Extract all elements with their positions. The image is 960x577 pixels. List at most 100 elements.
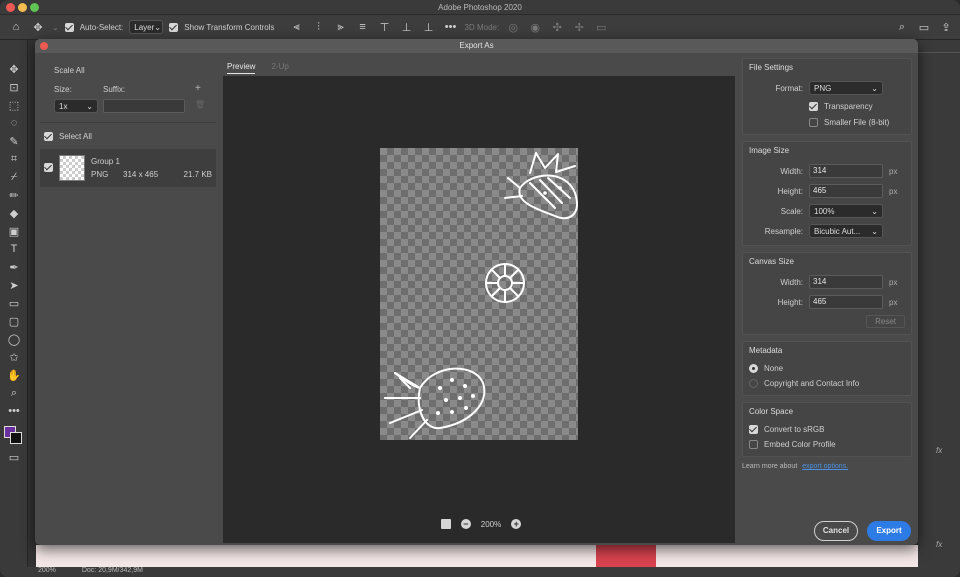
layer-checkbox[interactable] xyxy=(44,163,53,172)
minimize-window-button[interactable] xyxy=(18,3,27,12)
type-tool-icon[interactable]: T xyxy=(0,240,28,258)
background-color-swatch[interactable] xyxy=(10,432,22,444)
scale-label: Scale: xyxy=(780,206,803,216)
align-top-icon[interactable]: ⊤ xyxy=(377,21,393,34)
title-bar: Adobe Photoshop 2020 xyxy=(0,0,960,15)
color-space-section: Color Space Convert to sRGB Embed Color … xyxy=(742,402,912,457)
suffix-label: Suffix: xyxy=(103,85,126,94)
canvas-width-input[interactable]: 314 xyxy=(809,275,883,289)
image-width-unit: px xyxy=(889,166,898,176)
status-doc-info: Doc: 20,9M/342,9M xyxy=(81,567,143,574)
dialog-close-button[interactable] xyxy=(40,42,48,50)
move-tool-icon[interactable]: ✥ xyxy=(30,21,46,34)
artwork-fragment xyxy=(596,545,656,567)
metadata-none-radio[interactable] xyxy=(749,364,758,373)
home-icon[interactable]: ⌂ xyxy=(8,21,24,33)
close-window-button[interactable] xyxy=(6,3,15,12)
auto-select-checkbox[interactable] xyxy=(64,22,74,32)
more-options-icon[interactable]: ••• xyxy=(443,21,459,33)
status-bar: 200% Doc: 20,9M/342,9M xyxy=(0,567,960,577)
zoom-controls: − 200% + xyxy=(225,519,737,529)
convert-srgb-checkbox[interactable] xyxy=(749,425,758,434)
fit-to-window-icon[interactable] xyxy=(440,519,451,529)
align-middle-icon[interactable]: ⊥ xyxy=(399,21,415,34)
metadata-none-label: None xyxy=(764,364,784,373)
align-left-icon[interactable]: ⫷ xyxy=(289,21,305,34)
select-all-checkbox[interactable] xyxy=(44,132,53,141)
quick-select-tool-icon[interactable]: ✎ xyxy=(0,132,28,150)
layer-row[interactable]: Group 1 PNG 314 x 465 21.7 KB xyxy=(40,149,216,187)
pen-tool-icon[interactable]: ✒ xyxy=(0,258,28,276)
reset-button[interactable]: Reset xyxy=(866,314,905,328)
ellipse-tool-icon[interactable]: ◯ xyxy=(0,330,28,348)
align-right-icon[interactable]: ⫸ xyxy=(333,21,349,34)
camera-3d-icon[interactable]: ▭ xyxy=(593,21,609,34)
color-swatches[interactable] xyxy=(0,420,27,448)
cancel-button[interactable]: Cancel xyxy=(814,521,858,541)
hand-tool-icon[interactable]: ✋ xyxy=(0,366,28,384)
metadata-heading: Metadata xyxy=(749,346,783,355)
eyedropper-tool-icon[interactable]: ⌿ xyxy=(0,168,28,186)
fx-icon[interactable]: fx xyxy=(936,446,942,455)
resample-select[interactable]: Bicubic Aut... ⌄ xyxy=(809,224,883,238)
auto-select-target-select[interactable]: Layer ⌄ xyxy=(129,20,164,34)
zoom-tool-icon[interactable]: ⌕ xyxy=(0,384,28,402)
metadata-copyright-radio[interactable] xyxy=(749,379,758,388)
rectangle-tool-icon[interactable]: ▭ xyxy=(0,294,28,312)
image-width-input[interactable]: 314 xyxy=(809,164,883,178)
move-tool-icon[interactable]: ✥ xyxy=(0,60,28,78)
more-tools-icon[interactable]: ••• xyxy=(0,402,28,420)
pan-3d-icon[interactable]: ✣ xyxy=(549,21,565,34)
image-height-input[interactable]: 465 xyxy=(809,184,883,198)
scale-select[interactable]: 100% ⌄ xyxy=(809,204,883,218)
slide-3d-icon[interactable]: ✢ xyxy=(571,21,587,34)
roll-3d-icon[interactable]: ◉ xyxy=(527,21,543,34)
trash-icon[interactable]: 🗑 xyxy=(195,100,205,109)
smaller-file-checkbox[interactable] xyxy=(809,117,818,127)
chevron-down-icon: ⌄ xyxy=(871,206,878,216)
artboard-tool-icon[interactable]: ⊡ xyxy=(0,78,28,96)
add-scale-button[interactable]: + xyxy=(195,83,201,94)
search-icon[interactable]: ⌕ xyxy=(894,21,910,34)
align-bottom-icon[interactable]: ⊥ xyxy=(421,21,437,34)
chevron-down-icon: ⌄ xyxy=(871,226,878,236)
tab-2-up[interactable]: 2-Up xyxy=(271,62,288,74)
zoom-window-button[interactable] xyxy=(30,3,39,12)
path-select-tool-icon[interactable]: ➤ xyxy=(0,276,28,294)
size-select[interactable]: 1x ⌄ xyxy=(54,99,98,113)
strawberry-artwork xyxy=(384,152,578,439)
show-transform-checkbox[interactable] xyxy=(169,22,179,32)
zoom-out-button[interactable]: − xyxy=(460,519,471,529)
embed-profile-checkbox[interactable] xyxy=(749,440,758,449)
share-icon[interactable]: ⇪ xyxy=(938,21,954,34)
brush-tool-icon[interactable]: ✏ xyxy=(0,186,28,204)
image-size-heading: Image Size xyxy=(749,146,790,155)
image-height-label: Height: xyxy=(777,186,803,196)
workspace-icon[interactable]: ▭ xyxy=(916,21,932,34)
format-select[interactable]: PNG ⌄ xyxy=(809,81,883,95)
align-center-icon[interactable]: ⫶ xyxy=(311,21,327,34)
tab-preview[interactable]: Preview xyxy=(227,62,256,74)
rounded-rect-tool-icon[interactable]: ▢ xyxy=(0,312,28,330)
suffix-input[interactable] xyxy=(103,99,185,113)
chevron-down-icon[interactable]: ⌄ xyxy=(52,23,59,32)
fx-icon[interactable]: fx xyxy=(936,540,942,549)
screen-mode-icon[interactable]: ▭ xyxy=(0,448,28,466)
canvas-height-input[interactable]: 465 xyxy=(809,295,883,309)
lasso-tool-icon[interactable]: ◌ xyxy=(0,114,28,132)
marquee-tool-icon[interactable]: ⬚ xyxy=(0,96,28,114)
eraser-tool-icon[interactable]: ◆ xyxy=(0,204,28,222)
export-options-link[interactable]: export options. xyxy=(802,463,848,470)
crop-tool-icon[interactable]: ⌗ xyxy=(0,150,28,168)
learn-more-text: Learn more about xyxy=(742,463,798,470)
orbit-3d-icon[interactable]: ◎ xyxy=(505,21,521,34)
smaller-file-label: Smaller File (8-bit) xyxy=(824,117,890,127)
auto-select-target-value: Layer xyxy=(134,22,155,32)
transparency-checkbox[interactable] xyxy=(809,101,818,111)
export-button[interactable]: Export xyxy=(867,521,911,541)
gradient-tool-icon[interactable]: ▣ xyxy=(0,222,28,240)
distribute-icon[interactable]: ≡ xyxy=(355,21,371,33)
zoom-in-button[interactable]: + xyxy=(511,519,522,529)
custom-shape-tool-icon[interactable]: ✩ xyxy=(0,348,28,366)
layer-format: PNG xyxy=(91,170,109,179)
